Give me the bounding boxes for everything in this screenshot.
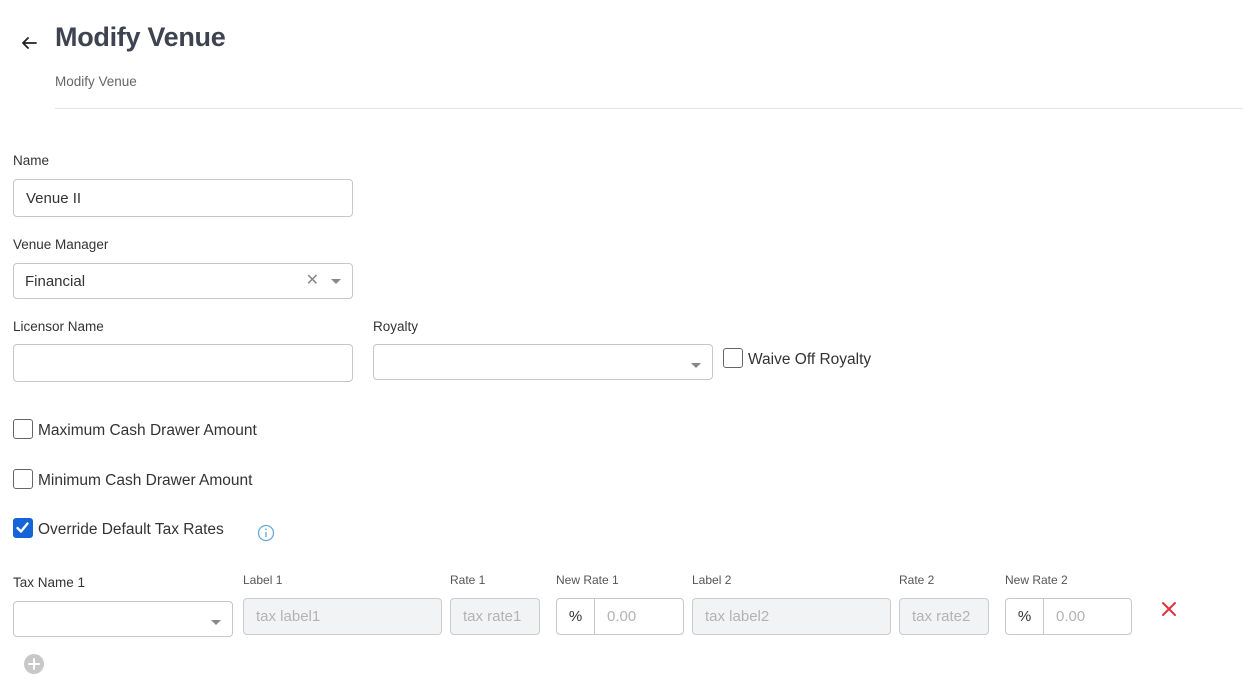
arrow-left-icon <box>22 37 37 49</box>
close-icon[interactable]: ✕ <box>306 273 319 289</box>
min-cash-drawer-checkbox[interactable] <box>13 469 33 489</box>
chevron-down-icon <box>211 619 221 625</box>
name-input[interactable] <box>13 179 353 217</box>
tax-label1-input <box>243 598 442 635</box>
new-rate2-addon: % <box>1005 598 1043 635</box>
add-tax-row-button[interactable] <box>24 654 44 679</box>
venue-manager-value: Financial <box>25 272 86 290</box>
override-tax-checkbox[interactable] <box>13 518 33 538</box>
label2-header: Label 2 <box>692 573 732 587</box>
royalty-label: Royalty <box>373 319 419 334</box>
tax-label2-input <box>692 598 891 635</box>
label1-header: Label 1 <box>243 573 283 587</box>
plus-circle-icon <box>24 654 44 674</box>
licensor-name-label: Licensor Name <box>13 319 104 334</box>
waive-royalty-label: Waive Off Royalty <box>748 351 872 368</box>
info-button[interactable] <box>257 524 275 547</box>
name-label: Name <box>13 153 50 168</box>
back-button[interactable] <box>18 32 40 54</box>
new-rate2-header: New Rate 2 <box>1005 573 1068 587</box>
info-icon <box>257 524 275 542</box>
royalty-select[interactable] <box>373 344 713 380</box>
tax-name-select[interactable] <box>13 601 233 637</box>
min-cash-drawer-label: Minimum Cash Drawer Amount <box>38 472 253 489</box>
new-rate2-input[interactable] <box>1043 598 1132 635</box>
header-divider <box>55 108 1243 109</box>
venue-manager-label: Venue Manager <box>13 237 109 252</box>
new-rate1-addon: % <box>556 598 594 635</box>
check-icon <box>16 522 29 533</box>
page-title: Modify Venue <box>55 22 226 52</box>
chevron-down-icon <box>691 362 701 368</box>
tax-rate2-input <box>899 598 989 635</box>
licensor-name-input[interactable] <box>13 344 353 382</box>
waive-royalty-checkbox[interactable] <box>723 348 743 368</box>
venue-manager-select[interactable]: Financial ✕ <box>13 263 353 299</box>
max-cash-drawer-checkbox[interactable] <box>13 419 33 439</box>
page-subtitle: Modify Venue <box>55 74 137 89</box>
rate1-header: Rate 1 <box>450 573 486 587</box>
max-cash-drawer-label: Maximum Cash Drawer Amount <box>38 422 257 439</box>
chevron-down-icon <box>331 278 341 284</box>
remove-tax-row-button[interactable] <box>1160 600 1178 623</box>
override-tax-label: Override Default Tax Rates <box>38 521 224 538</box>
tax-name-label: Tax Name 1 <box>13 575 86 590</box>
tax-rate1-input <box>450 598 540 635</box>
new-rate1-input[interactable] <box>594 598 684 635</box>
rate2-header: Rate 2 <box>899 573 935 587</box>
new-rate1-header: New Rate 1 <box>556 573 619 587</box>
close-icon <box>1162 602 1176 616</box>
